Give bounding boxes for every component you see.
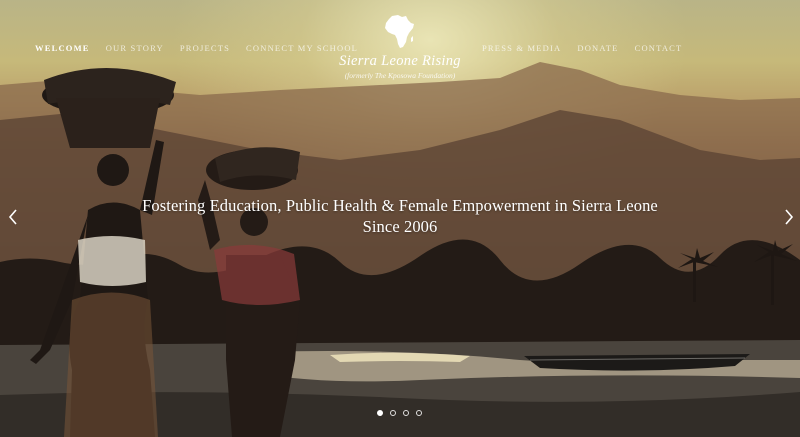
hero-headline-line1: Fostering Education, Public Health & Fem… <box>142 196 658 215</box>
hero-headline: Fostering Education, Public Health & Fem… <box>100 195 700 237</box>
chevron-left-icon <box>8 209 17 225</box>
slide-dot-4[interactable] <box>416 410 422 416</box>
slide-dot-3[interactable] <box>403 410 409 416</box>
slider-next-button[interactable] <box>782 207 796 227</box>
slide-dot-2[interactable] <box>390 410 396 416</box>
logo-title: Sierra Leone Rising <box>339 53 461 69</box>
site-logo[interactable]: Sierra Leone Rising (formerly The Kposow… <box>330 14 470 80</box>
nav-projects[interactable]: Projects <box>180 43 230 53</box>
logo-subtitle: (formerly The Kposowa Foundation) <box>344 71 456 80</box>
africa-map-icon <box>385 15 414 48</box>
main-nav-left: Welcome Our Story Projects Connect My Sc… <box>35 43 358 53</box>
nav-donate[interactable]: Donate <box>577 43 618 53</box>
main-nav-right: Press & Media Donate Contact <box>482 43 682 53</box>
nav-our-story[interactable]: Our Story <box>106 43 164 53</box>
slider-prev-button[interactable] <box>6 207 20 227</box>
nav-press-media[interactable]: Press & Media <box>482 43 561 53</box>
chevron-right-icon <box>785 209 794 225</box>
slider-pagination <box>377 410 422 416</box>
hero-headline-line2: Since 2006 <box>362 217 438 236</box>
hero-slideshow: Welcome Our Story Projects Connect My Sc… <box>0 0 800 437</box>
nav-contact[interactable]: Contact <box>635 43 683 53</box>
slide-dot-1[interactable] <box>377 410 383 416</box>
nav-welcome[interactable]: Welcome <box>35 43 90 53</box>
